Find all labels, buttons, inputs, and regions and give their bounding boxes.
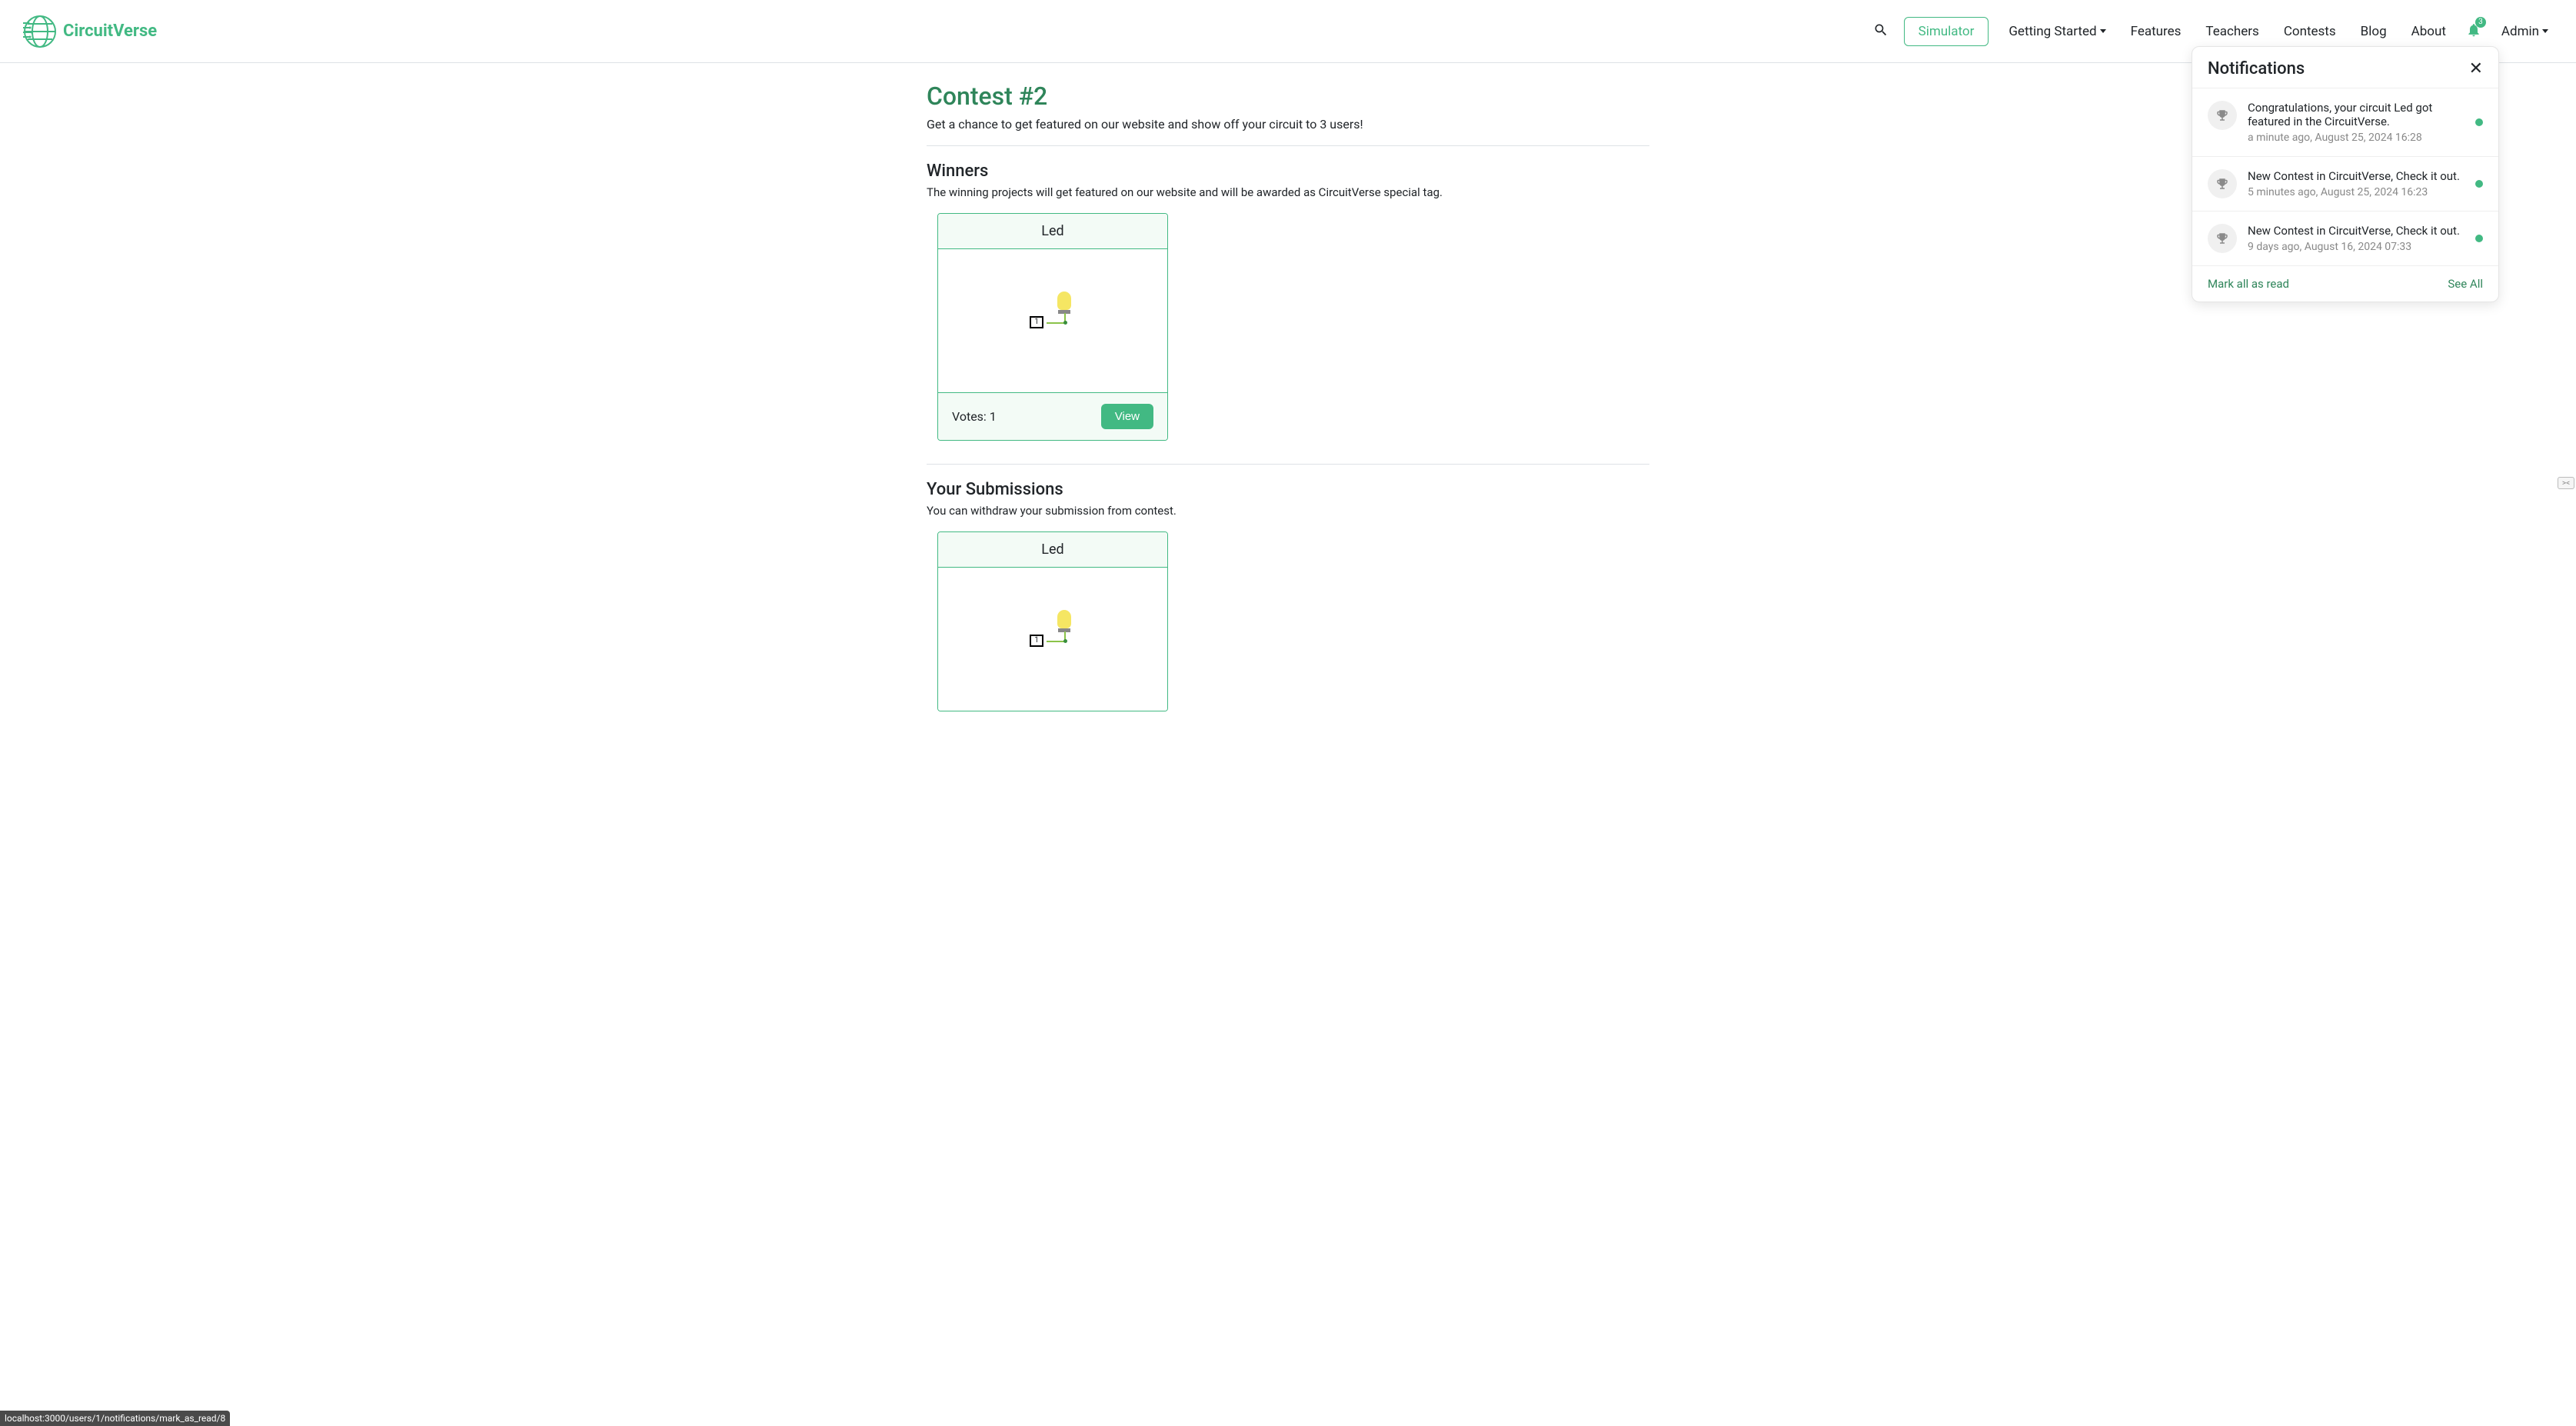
submissions-title: Your Submissions bbox=[927, 480, 1649, 499]
notifications-bell[interactable]: 3 bbox=[2466, 22, 2481, 42]
nav-teachers[interactable]: Teachers bbox=[2201, 18, 2263, 45]
input-value: 1 bbox=[1030, 316, 1043, 328]
notification-item[interactable]: Congratulations, your circuit Led got fe… bbox=[2192, 88, 2498, 156]
nav-simulator[interactable]: Simulator bbox=[1904, 17, 1989, 46]
notifications-footer: Mark all as read See All bbox=[2192, 265, 2498, 302]
winners-subtitle: The winning projects will get featured o… bbox=[927, 185, 1649, 199]
divider bbox=[927, 145, 1649, 146]
trophy-icon bbox=[2208, 101, 2237, 130]
winner-card: Led 1 Votes: 1 View bbox=[937, 213, 1168, 441]
nav: Simulator Getting Started Features Teach… bbox=[1873, 17, 2553, 46]
notification-body: New Contest in CircuitVerse, Check it ou… bbox=[2248, 169, 2465, 198]
submission-card-preview[interactable]: 1 bbox=[938, 568, 1167, 711]
trophy-icon bbox=[2208, 224, 2237, 253]
winner-card-preview[interactable]: 1 bbox=[938, 249, 1167, 392]
header: CircuitVerse Simulator Getting Started F… bbox=[0, 0, 2576, 63]
nav-getting-started-label: Getting Started bbox=[2009, 24, 2096, 39]
notification-time: 9 days ago, August 16, 2024 07:33 bbox=[2248, 241, 2465, 253]
winner-votes: Votes: 1 bbox=[952, 409, 997, 424]
corner-widget[interactable]: >< bbox=[2558, 477, 2574, 489]
page-title: Contest #2 bbox=[927, 82, 1649, 111]
wire bbox=[1047, 641, 1065, 642]
nav-admin[interactable]: Admin bbox=[2497, 18, 2553, 45]
notification-time: a minute ago, August 25, 2024 16:28 bbox=[2248, 132, 2465, 144]
led-icon bbox=[1057, 610, 1071, 628]
notification-text: New Contest in CircuitVerse, Check it ou… bbox=[2248, 224, 2465, 238]
nav-features[interactable]: Features bbox=[2126, 18, 2186, 45]
unread-dot bbox=[2475, 118, 2483, 126]
unread-dot bbox=[2475, 180, 2483, 188]
status-url: localhost:3000/users/1/notifications/mar… bbox=[0, 1411, 230, 1426]
submission-card-title: Led bbox=[938, 532, 1167, 568]
notification-item[interactable]: New Contest in CircuitVerse, Check it ou… bbox=[2192, 156, 2498, 211]
notification-item[interactable]: New Contest in CircuitVerse, Check it ou… bbox=[2192, 211, 2498, 265]
main-content: Contest #2 Get a chance to get featured … bbox=[911, 63, 1665, 753]
trophy-icon bbox=[2208, 169, 2237, 198]
winners-title: Winners bbox=[927, 162, 1649, 181]
led-icon bbox=[1057, 292, 1071, 310]
close-icon[interactable]: ✕ bbox=[2469, 61, 2483, 78]
chevron-down-icon bbox=[2100, 29, 2106, 33]
see-all-link[interactable]: See All bbox=[2448, 277, 2483, 291]
mark-all-read-link[interactable]: Mark all as read bbox=[2208, 277, 2289, 291]
wire bbox=[1047, 322, 1065, 324]
nav-contests[interactable]: Contests bbox=[2279, 18, 2341, 45]
notification-body: New Contest in CircuitVerse, Check it ou… bbox=[2248, 224, 2465, 253]
circuitverse-logo-icon bbox=[23, 15, 57, 48]
search-icon[interactable] bbox=[1873, 22, 1889, 41]
notification-text: Congratulations, your circuit Led got fe… bbox=[2248, 101, 2465, 128]
divider bbox=[927, 464, 1649, 465]
unread-dot bbox=[2475, 235, 2483, 242]
view-button[interactable]: View bbox=[1101, 404, 1153, 429]
nav-admin-label: Admin bbox=[2501, 24, 2539, 39]
submissions-subtitle: You can withdraw your submission from co… bbox=[927, 504, 1649, 518]
page-subtitle: Get a chance to get featured on our webs… bbox=[927, 117, 1649, 132]
nav-blog[interactable]: Blog bbox=[2356, 18, 2391, 45]
node bbox=[1063, 639, 1067, 643]
nav-getting-started[interactable]: Getting Started bbox=[2004, 18, 2110, 45]
notifications-title: Notifications bbox=[2208, 59, 2305, 78]
winner-card-title: Led bbox=[938, 214, 1167, 249]
circuit-preview: 1 bbox=[1030, 616, 1076, 662]
notification-badge: 3 bbox=[2475, 17, 2486, 28]
winner-card-footer: Votes: 1 View bbox=[938, 392, 1167, 440]
node bbox=[1063, 321, 1067, 325]
logo-text: CircuitVerse bbox=[63, 22, 157, 41]
logo[interactable]: CircuitVerse bbox=[23, 15, 157, 48]
notification-time: 5 minutes ago, August 25, 2024 16:23 bbox=[2248, 186, 2465, 198]
notification-body: Congratulations, your circuit Led got fe… bbox=[2248, 101, 2465, 144]
notification-text: New Contest in CircuitVerse, Check it ou… bbox=[2248, 169, 2465, 183]
notifications-panel: Notifications ✕ Congratulations, your ci… bbox=[2192, 46, 2499, 302]
chevron-down-icon bbox=[2542, 29, 2548, 33]
submission-card: Led 1 bbox=[937, 531, 1168, 711]
circuit-preview: 1 bbox=[1030, 298, 1076, 344]
input-value: 1 bbox=[1030, 635, 1043, 647]
nav-about[interactable]: About bbox=[2407, 18, 2451, 45]
notifications-header: Notifications ✕ bbox=[2192, 47, 2498, 88]
